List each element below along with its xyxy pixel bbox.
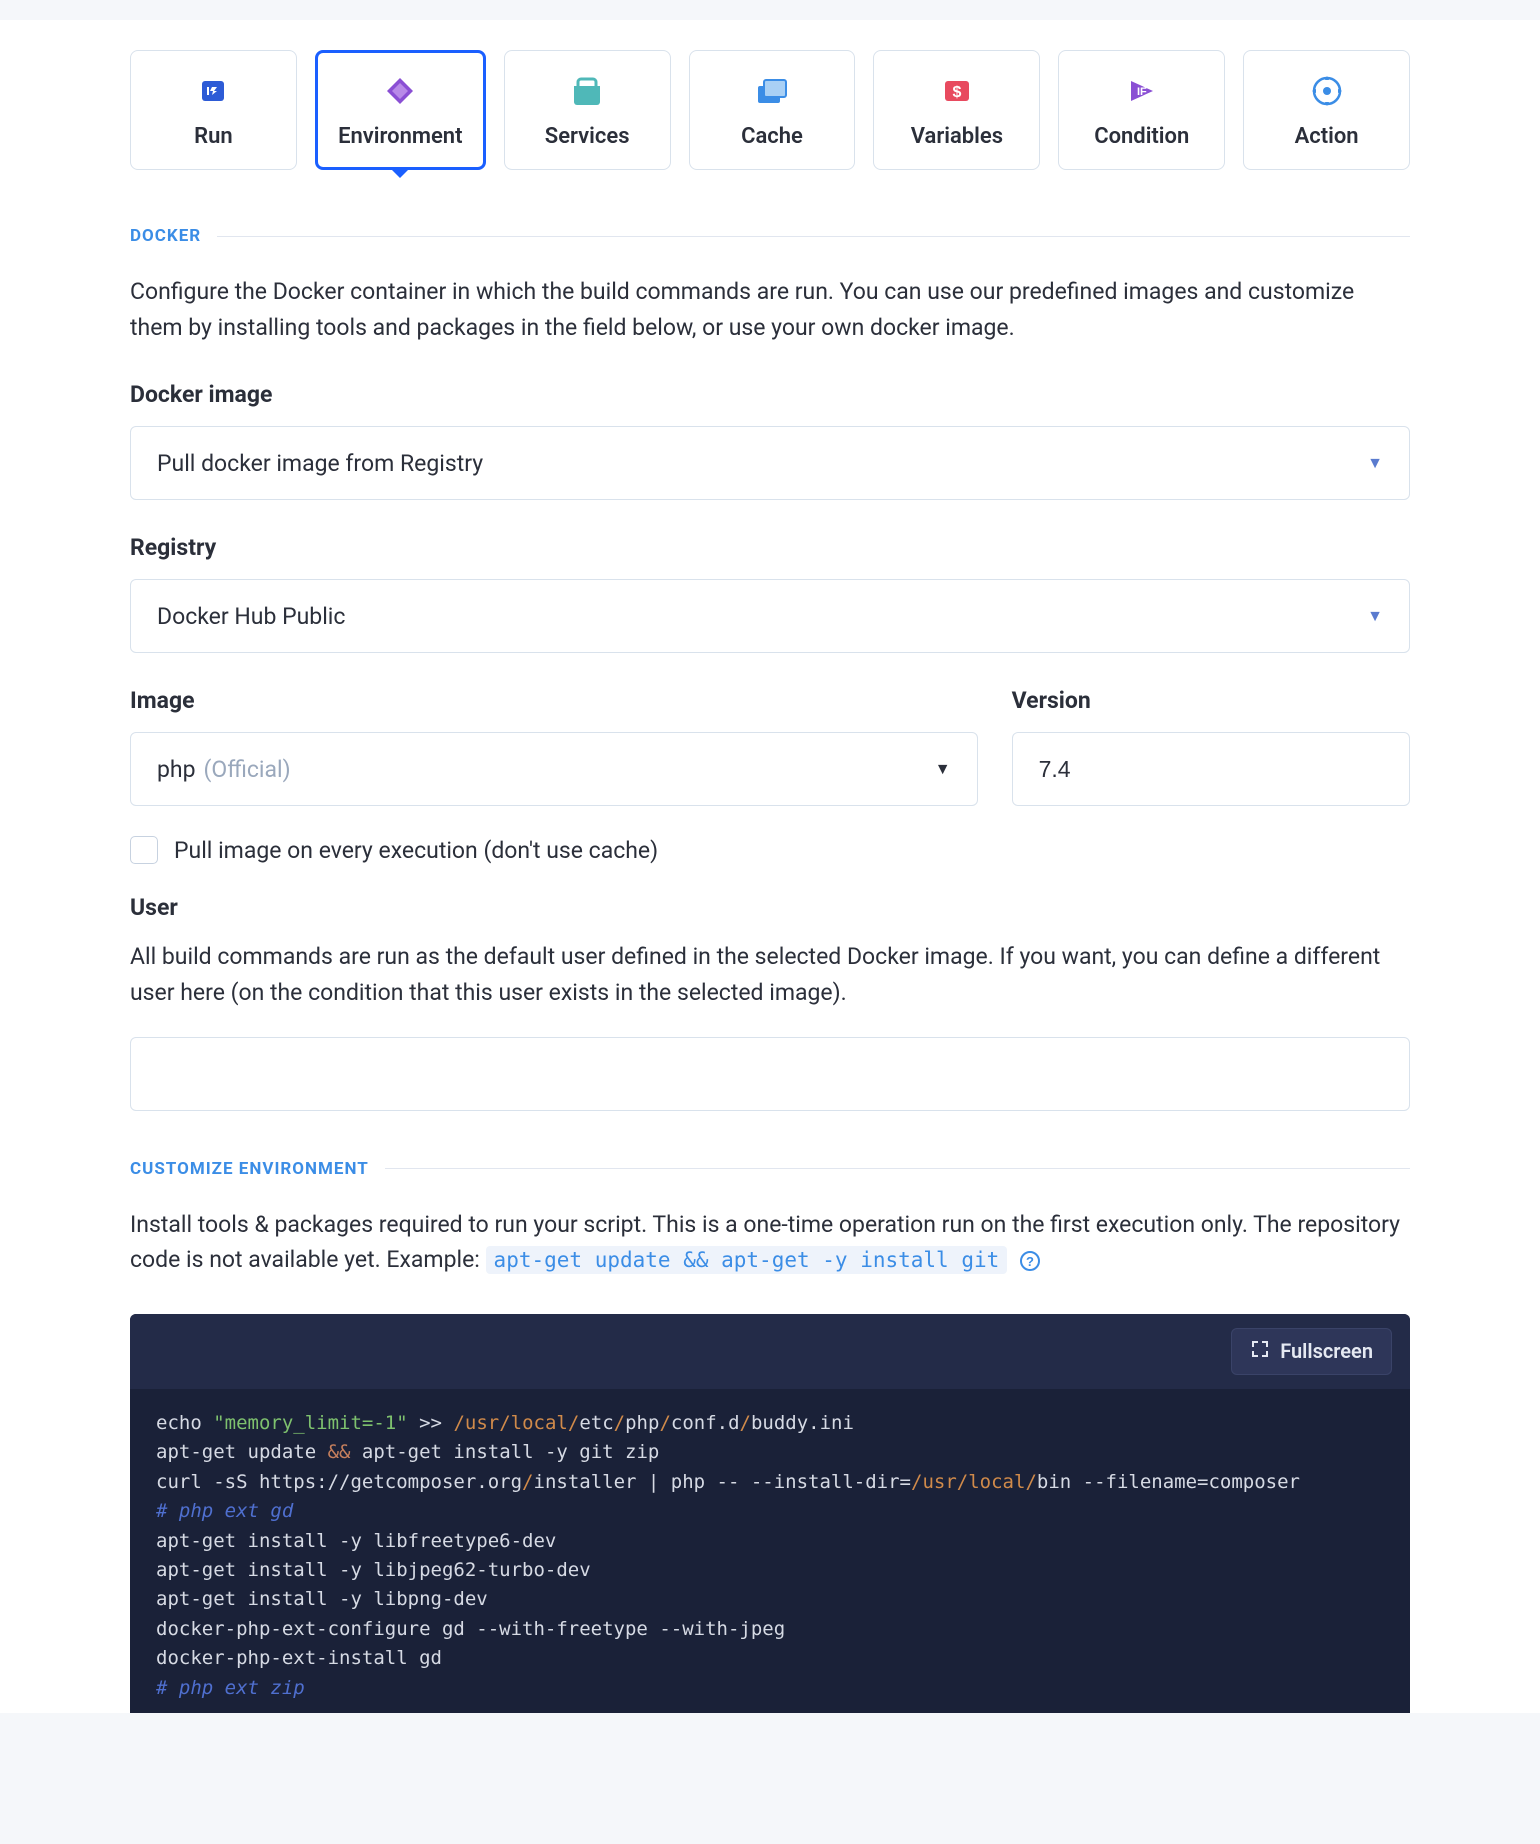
environment-icon [381,72,419,110]
version-label: Version [1012,687,1410,714]
code-editor[interactable]: Fullscreen echo "memory_limit=-1" >> /us… [130,1314,1410,1713]
customize-section-label: CUSTOMIZE ENVIRONMENT [130,1159,369,1179]
tab-cache-label: Cache [741,124,803,149]
action-icon [1308,72,1346,110]
docker-section-label: DOCKER [130,226,201,246]
version-input[interactable] [1012,732,1410,806]
condition-icon: IF [1123,72,1161,110]
pull-image-checkbox[interactable] [130,836,158,864]
image-field-label: Image [130,687,978,714]
fullscreen-button[interactable]: Fullscreen [1231,1328,1392,1375]
tab-variables-label: Variables [911,124,1003,149]
docker-image-select-value: Pull docker image from Registry [157,450,483,477]
registry-select[interactable]: Docker Hub Public ▼ [130,579,1410,653]
docker-description: Configure the Docker container in which … [130,274,1410,345]
editor-body[interactable]: echo "memory_limit=-1" >> /usr/local/etc… [130,1389,1410,1713]
tab-action-label: Action [1295,124,1359,149]
fullscreen-label: Fullscreen [1280,1339,1373,1363]
tabs-row: Run Environment Services Cache [130,50,1410,170]
tab-run[interactable]: Run [130,50,297,170]
run-icon [194,72,232,110]
docker-image-select[interactable]: Pull docker image from Registry ▼ [130,426,1410,500]
image-official-badge: (Official) [204,756,291,783]
chevron-down-icon: ▼ [1367,453,1383,473]
divider [385,1168,1410,1169]
svg-text:$: $ [952,84,961,101]
customize-example-code: apt-get update && apt-get -y install git [486,1246,1008,1274]
tab-cache[interactable]: Cache [689,50,856,170]
image-select-value: php [157,756,196,783]
version-input-field[interactable] [1039,756,1383,783]
tab-services[interactable]: Services [504,50,671,170]
variables-icon: $ [938,72,976,110]
tab-environment[interactable]: Environment [315,50,486,170]
pull-image-checkbox-label: Pull image on every execution (don't use… [174,837,658,864]
customize-section-heading: CUSTOMIZE ENVIRONMENT [130,1159,1410,1179]
fullscreen-icon [1250,1339,1270,1364]
registry-label: Registry [130,534,1410,561]
cache-icon [753,72,791,110]
user-input[interactable] [130,1037,1410,1111]
chevron-down-icon: ▼ [1367,606,1383,626]
editor-toolbar: Fullscreen [130,1314,1410,1389]
tab-condition[interactable]: IF Condition [1058,50,1225,170]
help-icon[interactable]: ? [1019,1250,1041,1272]
services-icon [568,72,606,110]
tab-variables[interactable]: $ Variables [873,50,1040,170]
tab-condition-label: Condition [1094,124,1189,149]
image-select[interactable]: php (Official) ▼ [130,732,978,806]
user-input-field[interactable] [157,1060,1383,1087]
chevron-down-icon: ▼ [935,759,951,779]
svg-text:IF: IF [1137,86,1147,98]
divider [217,236,1410,237]
registry-select-value: Docker Hub Public [157,603,345,630]
docker-section-heading: DOCKER [130,226,1410,246]
customize-description: Install tools & packages required to run… [130,1207,1410,1278]
tab-services-label: Services [545,124,630,149]
docker-image-label: Docker image [130,381,1410,408]
tab-run-label: Run [194,124,233,149]
tab-action[interactable]: Action [1243,50,1410,170]
tab-environment-label: Environment [338,124,462,149]
user-description: All build commands are run as the defaul… [130,939,1410,1010]
user-label: User [130,894,1410,921]
svg-text:?: ? [1026,1254,1034,1269]
